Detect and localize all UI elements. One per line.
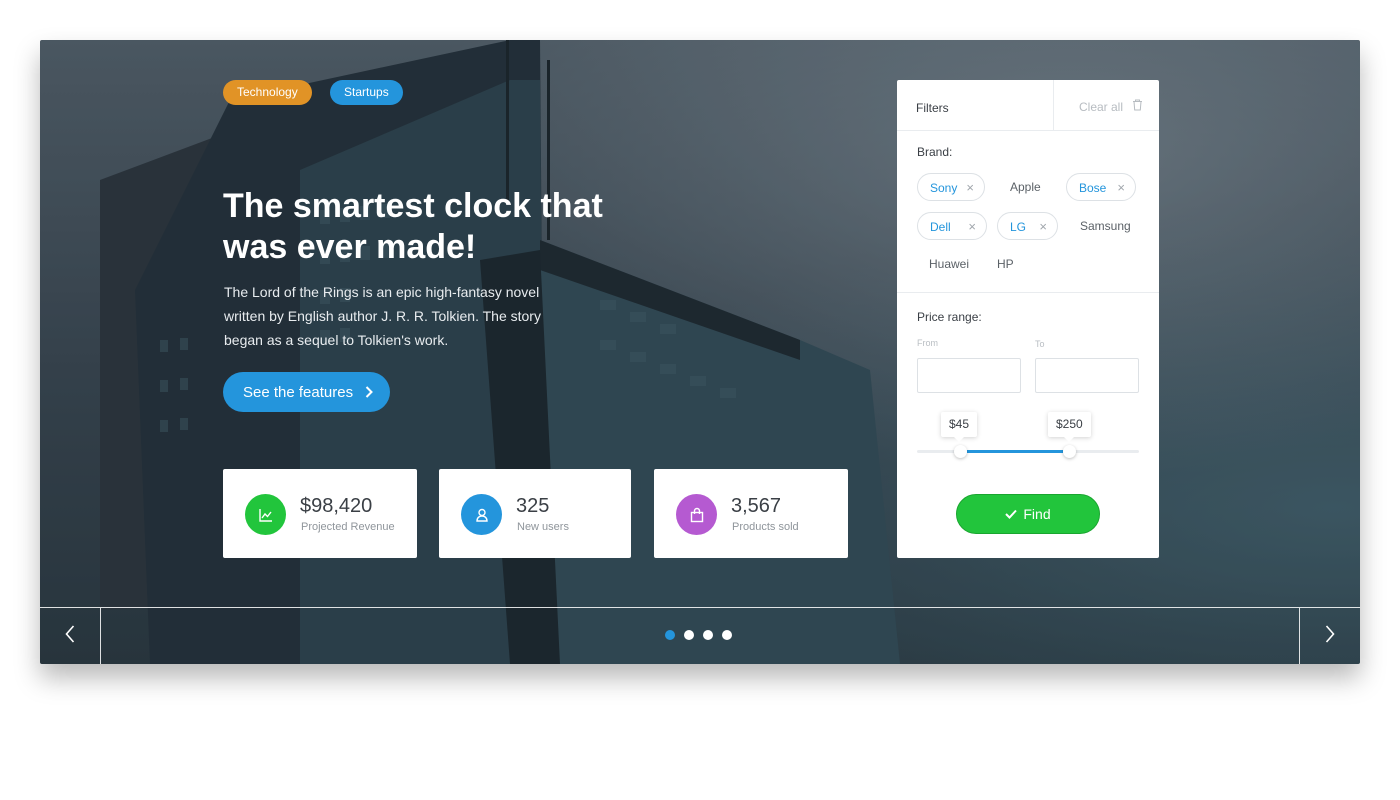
find-label: Find [1023,506,1051,522]
brand-chip-bose[interactable]: Bose × [1066,173,1136,201]
chevron-right-icon [365,386,373,398]
section-divider [897,292,1159,293]
carousel-dot[interactable] [665,630,675,640]
hero-description: The Lord of the Rings is an epic high-fa… [224,284,541,348]
brand-label: Brand: [917,145,953,159]
chart-icon [245,494,286,535]
chip-label: Bose [1079,181,1107,195]
tag-technology[interactable]: Technology [223,80,312,105]
brand-chip-huawei[interactable]: Huawei [929,250,969,278]
see-features-button[interactable]: See the features [223,372,390,412]
chip-label: Huawei [929,257,970,271]
stat-value: 325 [516,495,550,517]
stat-card-revenue: $98,420 Projected Revenue [223,469,417,558]
from-label: From [917,338,938,348]
chip-label: Apple [1010,180,1041,194]
price-from-input[interactable] [917,358,1021,393]
user-icon [461,494,502,535]
stat-label: Projected Revenue [301,521,395,533]
carousel-bar [40,607,1360,664]
clear-all-button[interactable]: Clear all [1079,99,1143,114]
stat-card-users: 325 New users [439,469,631,558]
carousel-dot[interactable] [684,630,694,640]
brand-chip-samsung[interactable]: Samsung [1080,212,1131,240]
stat-card-products: 3,567 Products sold [654,469,848,558]
clear-all-label: Clear all [1079,99,1124,114]
filters-header: Filters Clear all [897,80,1159,131]
brand-chip-apple[interactable]: Apple [1010,173,1041,201]
prev-slide-button[interactable] [40,608,101,664]
chip-label: HP [997,257,1014,271]
filters-panel: Filters Clear all Brand: Sony × Apple Bos… [897,80,1159,558]
remove-icon[interactable]: × [966,174,974,202]
price-slider-fill [967,450,1063,453]
carousel-dots [665,630,732,640]
carousel-dot[interactable] [703,630,713,640]
header-divider [1053,80,1054,130]
brand-chip-dell[interactable]: Dell × [917,212,987,240]
price-range-label: Price range: [917,310,982,324]
stat-label: New users [517,521,569,533]
remove-icon[interactable]: × [968,213,976,241]
chevron-left-icon [65,625,75,648]
hero-headline: The smartest clock that was ever made! [223,187,603,266]
slider-min-value: $45 [941,412,978,442]
tag-startups[interactable]: Startups [330,80,403,105]
remove-icon[interactable]: × [1039,213,1047,241]
trash-icon [1132,99,1143,114]
chevron-right-icon [1325,625,1335,648]
chip-label: Samsung [1080,219,1131,233]
brand-chip-sony[interactable]: Sony × [917,173,985,201]
brand-chip-hp[interactable]: HP [997,250,1014,278]
see-features-label: See the features [243,383,354,401]
find-button[interactable]: Find [956,494,1100,534]
brand-chip-lg[interactable]: LG × [997,212,1058,240]
stat-label: Products sold [732,521,799,533]
next-slide-button[interactable] [1299,608,1360,664]
price-to-input[interactable] [1035,358,1139,393]
hero-slider: Technology Startups The smartest clock t… [40,40,1360,664]
filters-title: Filters [916,101,949,115]
image-overlay [40,40,1360,664]
chip-label: LG [1010,220,1027,234]
chip-label: Sony [930,181,958,195]
stat-value: $98,420 [300,495,373,517]
slider-max-handle[interactable] [1063,445,1076,458]
slider-min-handle[interactable] [954,445,967,458]
remove-icon[interactable]: × [1117,174,1125,202]
slider-max-value: $250 [1048,412,1091,442]
shopping-bag-icon [676,494,717,535]
chip-label: Dell [930,220,951,234]
stat-value: 3,567 [731,495,782,517]
carousel-dot[interactable] [722,630,732,640]
to-label: To [1035,339,1045,349]
check-icon [1005,506,1018,522]
